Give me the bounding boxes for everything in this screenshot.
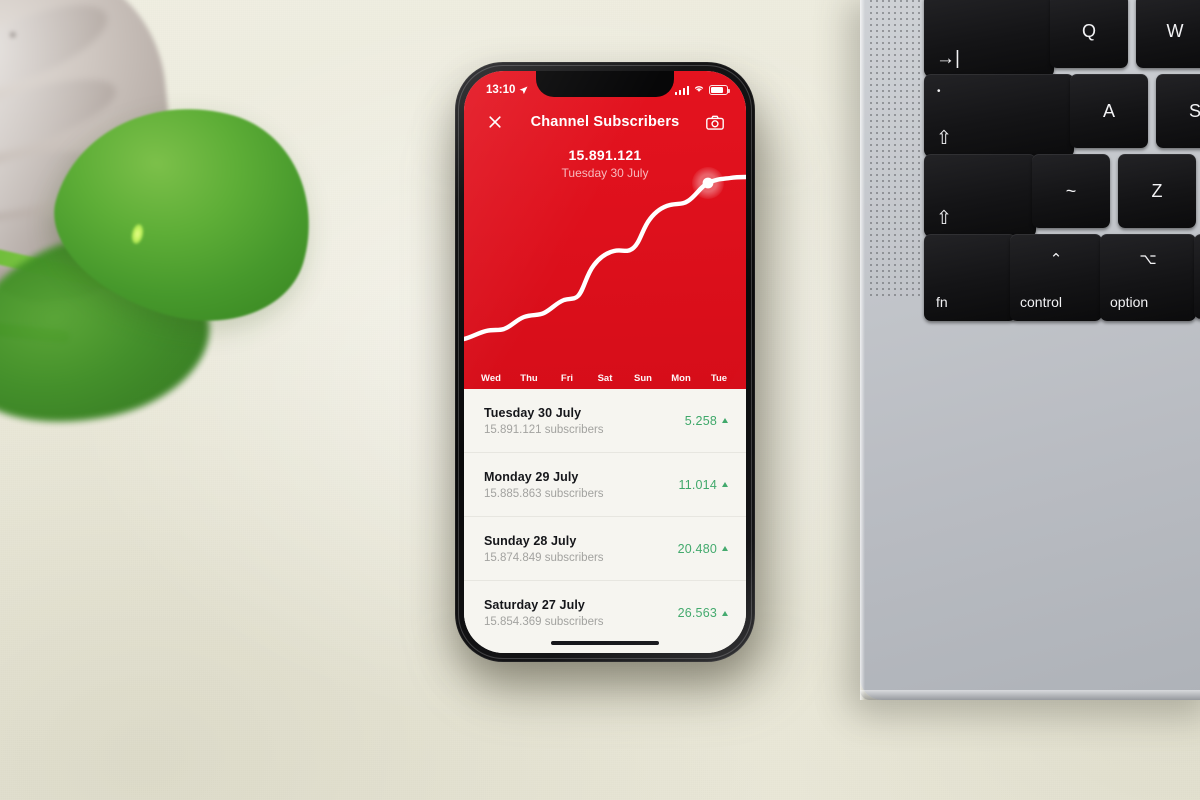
subscriber-count: 15.891.121 <box>568 147 642 163</box>
control-key-label: control <box>1020 294 1063 310</box>
x-tick-fri: Fri <box>560 373 574 384</box>
table-row[interactable]: Saturday 27 July 15.854.369 subscribers … <box>464 581 746 645</box>
row-date: Saturday 27 July <box>484 598 585 612</box>
row-delta: 5.258 <box>684 413 717 428</box>
close-icon[interactable] <box>484 111 506 133</box>
nav-bar: Channel Subscribers <box>464 105 746 139</box>
wifi-icon <box>693 84 705 96</box>
row-delta-block: 20.480 <box>678 542 728 556</box>
a-key-label: A <box>1102 100 1115 121</box>
speaker-grille <box>868 0 920 298</box>
z-key-label: Z <box>1151 180 1163 201</box>
s-key-label: S <box>1188 100 1200 121</box>
arrow-up-icon <box>722 546 728 551</box>
option-key[interactable]: option ⌥ <box>1100 234 1196 321</box>
caps-lock-key-label: ⇧ <box>936 128 952 149</box>
shift-key-label: ⇧ <box>936 208 952 229</box>
q-key[interactable]: Q <box>1050 0 1128 68</box>
tilde-key[interactable]: ~ <box>1032 154 1110 228</box>
w-key[interactable]: W <box>1136 0 1200 68</box>
fn-key-label: fn <box>936 294 948 310</box>
row-delta: 20.480 <box>677 541 717 556</box>
row-delta: 26.563 <box>677 606 717 620</box>
photo-scene: →| Q W ⇧ • A S ⇧ ~ Z fn control ⌃ option… <box>0 0 1200 800</box>
row-date: Tuesday 30 July <box>484 405 582 420</box>
row-text-block: Tuesday 30 July 15.891.121 subscribers <box>484 406 604 436</box>
x-tick-sun: Sun <box>634 373 652 384</box>
x-axis-labels: Wed Thu Fri Sat Sun Mon Tue <box>464 373 746 384</box>
x-tick-mon: Mon <box>671 373 691 384</box>
caps-lock-key[interactable]: ⇧ • <box>924 74 1074 157</box>
x-tick-wed: Wed <box>481 373 501 384</box>
arrow-up-icon <box>722 418 728 423</box>
chart-panel: 13:10 Channel Subscribers 15.891.121 Tue… <box>464 71 746 389</box>
status-bar-right <box>674 84 730 96</box>
home-indicator[interactable] <box>551 640 659 645</box>
row-delta-block: 5.258 <box>685 414 728 428</box>
screen-notch <box>536 71 674 97</box>
battery-icon <box>709 85 730 95</box>
caps-lock-indicator-dot: • <box>937 86 941 97</box>
x-tick-sat: Sat <box>597 373 613 384</box>
daily-stats-list: Tuesday 30 July 15.891.121 subscribers 5… <box>464 389 746 653</box>
row-subscribers: 15.891.121 subscribers <box>484 423 604 436</box>
laptop-bottom-rim <box>860 690 1200 700</box>
tilde-key-label: ~ <box>1065 180 1077 201</box>
arrow-up-icon <box>722 610 728 616</box>
laptop-left-edge <box>860 0 865 700</box>
headline-block: 15.891.121 Tuesday 30 July <box>464 147 746 180</box>
location-arrow-icon <box>519 86 528 95</box>
laptop-body: →| Q W ⇧ • A S ⇧ ~ Z fn control ⌃ option… <box>860 0 1200 700</box>
camera-icon[interactable] <box>704 111 726 133</box>
control-key[interactable]: control ⌃ <box>1010 234 1102 321</box>
status-time: 13:10 <box>486 84 516 96</box>
x-tick-tue: Tue <box>710 373 728 384</box>
signal-bars-icon <box>674 85 689 95</box>
w-key-label: W <box>1166 20 1184 41</box>
macbook-keyboard: →| Q W ⇧ • A S ⇧ ~ Z fn control ⌃ option… <box>860 0 1200 724</box>
phone-screen: 13:10 Channel Subscribers 15.891.121 Tue… <box>464 71 746 653</box>
row-subscribers: 15.854.369 subscribers <box>484 616 604 628</box>
tab-key[interactable]: →| <box>924 0 1054 77</box>
row-subscribers: 15.874.849 subscribers <box>484 551 604 564</box>
table-row[interactable]: Monday 29 July 15.885.863 subscribers 11… <box>464 453 746 517</box>
shift-key[interactable]: ⇧ <box>924 154 1036 237</box>
line-chart-svg <box>464 167 746 342</box>
fn-key[interactable]: fn <box>924 234 1016 321</box>
table-row[interactable]: Tuesday 30 July 15.891.121 subscribers 5… <box>464 389 746 453</box>
row-delta-block: 11.014 <box>678 478 728 492</box>
control-glyph-icon: ⌃ <box>1049 251 1063 268</box>
arrow-up-icon <box>722 482 728 487</box>
row-text-block: Monday 29 July 15.885.863 subscribers <box>484 470 604 500</box>
row-text-block: Saturday 27 July 15.854.369 subscribers <box>484 598 604 628</box>
a-key[interactable]: A <box>1070 74 1148 148</box>
status-bar-left: 13:10 <box>486 84 528 96</box>
option-key-label: option <box>1110 294 1149 310</box>
line-chart[interactable] <box>464 153 746 363</box>
row-text-block: Sunday 28 July 15.874.849 subscribers <box>484 534 604 564</box>
row-subscribers: 15.885.863 subscribers <box>484 487 604 500</box>
iphone-device: 13:10 Channel Subscribers 15.891.121 Tue… <box>455 62 755 662</box>
chart-line <box>464 174 746 342</box>
option-glyph-icon: ⌥ <box>1139 251 1157 268</box>
q-key-label: Q <box>1081 20 1096 41</box>
x-tick-thu: Thu <box>520 373 538 384</box>
z-key[interactable]: Z <box>1118 154 1196 228</box>
row-delta: 11.014 <box>678 477 717 492</box>
row-date: Sunday 28 July <box>484 533 577 548</box>
tab-key-label: →| <box>936 48 960 69</box>
s-key[interactable]: S <box>1156 74 1200 148</box>
row-delta-block: 26.563 <box>678 606 728 620</box>
table-row[interactable]: Sunday 28 July 15.874.849 subscribers 20… <box>464 517 746 581</box>
row-date: Monday 29 July <box>484 469 579 484</box>
command-key[interactable] <box>1194 234 1200 319</box>
plant-leaf <box>0 74 360 445</box>
headline-date: Tuesday 30 July <box>561 166 649 180</box>
